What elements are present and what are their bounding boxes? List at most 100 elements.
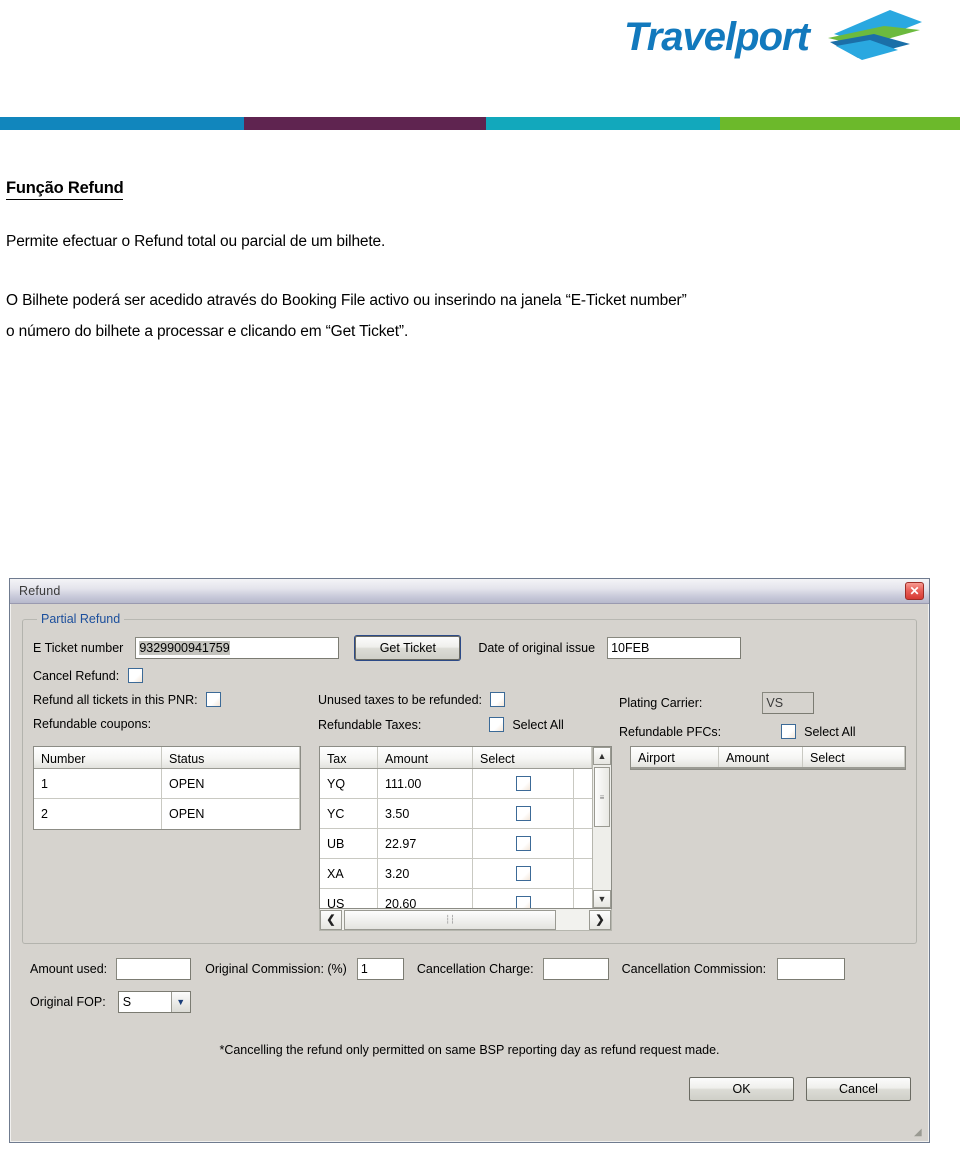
refundable-coupons-label: Refundable coupons: — [33, 717, 152, 731]
tax-amount: 3.50 — [378, 799, 473, 828]
tax-amount: 22.97 — [378, 829, 473, 858]
taxes-select-all-label: Select All — [512, 717, 564, 732]
tax-code: US — [320, 889, 378, 908]
refundable-pfcs-table[interactable]: Airport Amount Select — [630, 746, 906, 770]
chevron-up-icon[interactable]: ▲ — [593, 747, 611, 765]
refundable-taxes-table[interactable]: Tax Amount Select YQ 111.00 YC 3.50 UB 2… — [319, 746, 612, 909]
dialog-titlebar[interactable]: Refund ✕ — [10, 579, 929, 604]
get-ticket-button[interactable]: Get Ticket — [355, 636, 461, 660]
partial-refund-legend: Partial Refund — [37, 612, 125, 626]
ok-button[interactable]: OK — [689, 1077, 794, 1101]
coupon-status: OPEN — [162, 799, 300, 829]
colorbar-segment-blue — [0, 117, 244, 130]
cancellation-charge-input[interactable] — [542, 958, 609, 980]
refund-all-tickets-label: Refund all tickets in this PNR: — [33, 692, 198, 707]
taxes-select-all-checkbox[interactable] — [489, 717, 505, 732]
cancellation-charge-label: Cancellation Charge: — [416, 962, 534, 976]
eticket-number-input[interactable]: 9329900941759 — [135, 637, 340, 659]
colorbar-segment-purple — [244, 117, 486, 130]
date-of-original-issue-label: Date of original issue — [478, 641, 596, 655]
unused-taxes-checkbox[interactable] — [490, 692, 506, 707]
coupons-col-status: Status — [162, 747, 300, 768]
taxes-table-header: Tax Amount Select — [320, 747, 611, 769]
chevron-right-icon[interactable]: ❯ — [589, 909, 611, 930]
coupons-table-header: Number Status — [34, 747, 300, 769]
eticket-number-value: 9329900941759 — [139, 641, 230, 655]
tax-code: UB — [320, 829, 378, 858]
resize-grip[interactable]: ◢ — [914, 1128, 926, 1140]
tax-code: XA — [320, 859, 378, 888]
pfcs-col-select: Select — [803, 747, 905, 767]
colorbar-segment-teal — [486, 117, 720, 130]
tax-select-cell[interactable] — [473, 889, 574, 908]
refundable-pfcs-label: Refundable PFCs: — [619, 724, 722, 739]
tax-select-checkbox[interactable] — [515, 866, 531, 881]
tax-amount: 3.20 — [378, 859, 473, 888]
tax-select-checkbox[interactable] — [515, 896, 531, 908]
colorbar-segment-green — [720, 117, 960, 130]
cancel-button[interactable]: Cancel — [806, 1077, 911, 1101]
refundable-coupons-table[interactable]: Number Status 1 OPEN 2 OPEN — [33, 746, 301, 830]
coupon-number: 1 — [34, 769, 162, 798]
eticket-number-label: E Ticket number — [33, 641, 124, 655]
paragraph-3: o número do bilhete a processar e clican… — [6, 323, 409, 340]
table-row[interactable]: US 20.60 — [320, 889, 611, 908]
tax-amount: 20.60 — [378, 889, 473, 908]
document-body: Função Refund Permite efectuar o Refund … — [0, 178, 960, 347]
chevron-left-icon[interactable]: ❮ — [320, 909, 342, 930]
original-fop-select[interactable]: S ▼ — [117, 991, 191, 1013]
coupons-col-number: Number — [34, 747, 162, 768]
close-icon[interactable]: ✕ — [905, 582, 924, 600]
original-fop-label: Original FOP: — [30, 995, 106, 1009]
dialog-title: Refund — [19, 584, 61, 598]
pfcs-col-airport: Airport — [631, 747, 719, 767]
taxes-col-amount: Amount — [378, 747, 473, 768]
plating-carrier-label: Plating Carrier: — [619, 696, 703, 710]
page-title: Função Refund — [6, 178, 124, 200]
table-row[interactable]: YQ 111.00 — [320, 769, 611, 799]
refund-dialog: Refund ✕ Partial Refund E Ticket number … — [9, 578, 930, 1143]
table-row[interactable]: YC 3.50 — [320, 799, 611, 829]
hscroll-track[interactable]: ┆┆ — [342, 909, 589, 930]
scrollbar-thumb[interactable]: ≡ — [594, 767, 610, 827]
date-of-original-issue-input[interactable]: 10FEB — [607, 637, 742, 659]
tax-select-checkbox[interactable] — [515, 806, 531, 821]
refundable-taxes-label: Refundable Taxes: — [318, 717, 422, 732]
taxes-col-select: Select — [473, 747, 592, 768]
brand-colorbar — [0, 117, 960, 130]
chevron-down-icon[interactable]: ▼ — [170, 992, 190, 1012]
tax-amount: 111.00 — [378, 769, 473, 798]
paragraph-2: O Bilhete poderá ser acedido através do … — [6, 292, 687, 309]
coupon-number: 2 — [34, 799, 162, 829]
chevron-down-icon[interactable]: ▼ — [593, 890, 611, 908]
unused-taxes-label: Unused taxes to be refunded: — [318, 692, 483, 707]
travelport-logo-icon: Travelport — [624, 10, 922, 60]
tax-select-cell[interactable] — [473, 769, 574, 798]
coupon-status: OPEN — [162, 769, 300, 798]
hscroll-thumb[interactable]: ┆┆ — [344, 909, 557, 930]
paragraph-1: Permite efectuar o Refund total ou parci… — [6, 233, 386, 250]
footer-note: *Cancelling the refund only permitted on… — [219, 1043, 720, 1057]
table-row[interactable]: 2 OPEN — [34, 799, 300, 829]
tax-code: YQ — [320, 769, 378, 798]
taxes-horizontal-scrollbar[interactable]: ❮ ┆┆ ❯ — [319, 909, 612, 931]
table-row[interactable]: XA 3.20 — [320, 859, 611, 889]
table-row[interactable]: UB 22.97 — [320, 829, 611, 859]
cancel-refund-label: Cancel Refund: — [33, 668, 120, 683]
cancel-refund-checkbox[interactable] — [128, 668, 144, 683]
tax-select-cell[interactable] — [473, 859, 574, 888]
table-row[interactable]: 1 OPEN — [34, 769, 300, 799]
svg-text:Travelport: Travelport — [624, 15, 812, 59]
tax-select-checkbox[interactable] — [515, 776, 531, 791]
plating-carrier-value: VS — [762, 692, 815, 714]
original-commission-input[interactable]: 1 — [356, 958, 404, 980]
taxes-vertical-scrollbar[interactable]: ▲ ≡ ▼ — [592, 747, 611, 908]
tax-select-cell[interactable] — [473, 829, 574, 858]
original-fop-value: S — [122, 995, 132, 1009]
pfcs-select-all-checkbox[interactable] — [781, 724, 797, 739]
refund-all-tickets-checkbox[interactable] — [205, 692, 221, 707]
tax-select-checkbox[interactable] — [515, 836, 531, 851]
amount-used-input[interactable] — [116, 958, 192, 980]
tax-select-cell[interactable] — [473, 799, 574, 828]
cancellation-commission-input[interactable] — [777, 958, 846, 980]
